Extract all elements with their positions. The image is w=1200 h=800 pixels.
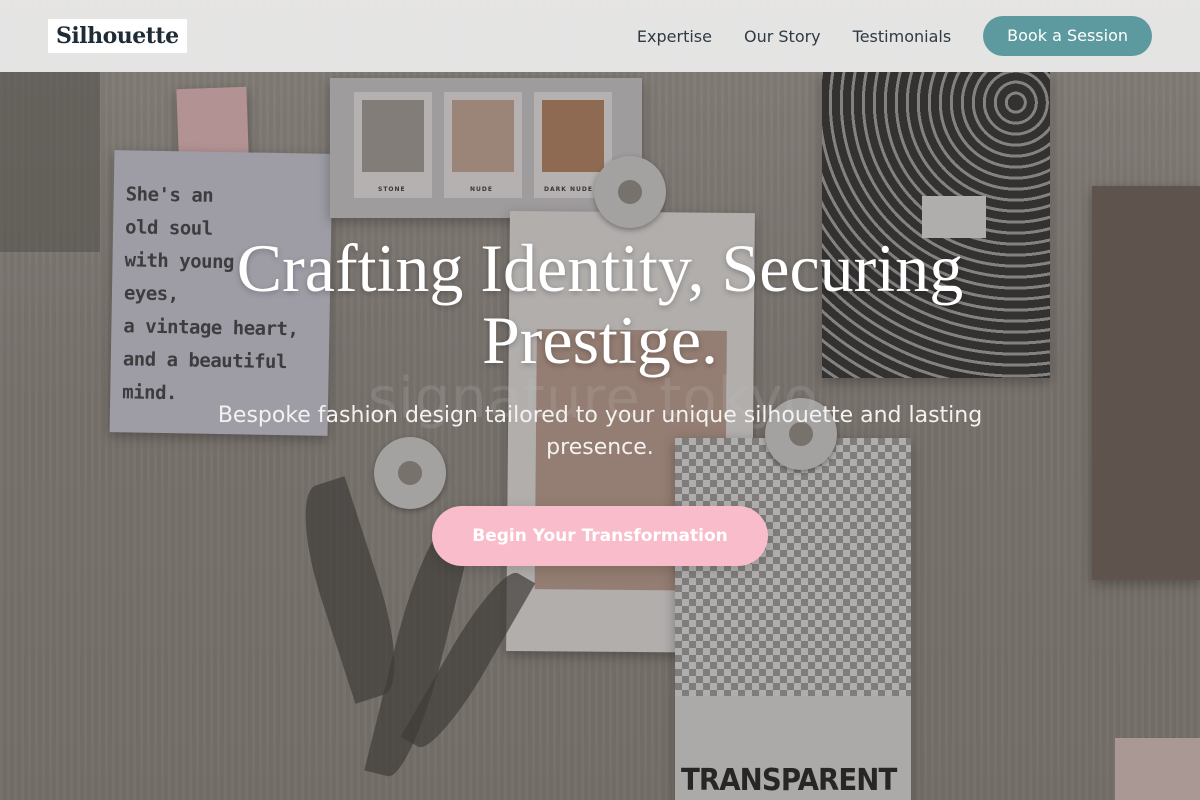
site-header: Silhouette Expertise Our Story Testimoni… xyxy=(0,0,1200,72)
book-session-button[interactable]: Book a Session xyxy=(983,16,1152,56)
brand-logo[interactable]: Silhouette xyxy=(48,19,187,53)
begin-transformation-button[interactable]: Begin Your Transformation xyxy=(432,506,768,566)
main-nav: Expertise Our Story Testimonials Book a … xyxy=(637,16,1152,56)
nav-link-our-story[interactable]: Our Story xyxy=(744,27,821,46)
landing-page: She's an old soul with young eyes, a vin… xyxy=(0,0,1200,800)
hero-section: Crafting Identity, Securing Prestige. Be… xyxy=(0,232,1200,566)
nav-link-testimonials[interactable]: Testimonials xyxy=(853,27,952,46)
hero-subtitle: Bespoke fashion design tailored to your … xyxy=(217,403,983,460)
nav-link-expertise[interactable]: Expertise xyxy=(637,27,712,46)
hero-title: Crafting Identity, Securing Prestige. xyxy=(236,230,964,378)
